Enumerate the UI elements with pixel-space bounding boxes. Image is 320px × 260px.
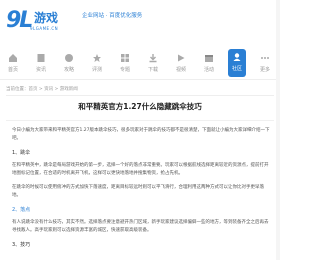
event-icon bbox=[205, 55, 213, 62]
header-slogan: 企业网站 · 百度优化服务 bbox=[82, 13, 143, 19]
logo-mark: 9L bbox=[6, 8, 33, 33]
community-icon bbox=[233, 53, 241, 61]
article-paragraph: 今日小编为大家带来和平精英官方1.27版本跳伞技巧，很多玩家对于跳伞的技巧都不是… bbox=[12, 128, 270, 141]
nav-item-video[interactable]: 视频 bbox=[172, 50, 190, 78]
review-icon bbox=[93, 54, 101, 62]
article-paragraph: 在和平精英中，跳伞是每局游戏开始的第一步，选择一个好的落点非常重要。玩家可以根据… bbox=[12, 163, 269, 176]
divider bbox=[6, 95, 274, 96]
main-nav: 首页 资讯 攻略 评测 专题 下载 视频 活动 社区 更多 bbox=[0, 46, 280, 80]
nav-item-download[interactable]: 下载 bbox=[144, 50, 162, 78]
nav-item-guide[interactable]: 攻略 bbox=[60, 50, 78, 78]
article-paragraph: 有人说跳伞没有什么技巧，其实不然。选择落点要注意避开热门区域，新手玩家建议选择偏… bbox=[12, 220, 269, 233]
nav-label: 首页 bbox=[7, 67, 18, 73]
article-subheading: 3、技巧 bbox=[12, 242, 31, 248]
breadcrumb[interactable]: 当前位置：首页 > 资讯 > 游戏新闻 bbox=[6, 87, 78, 93]
site-logo[interactable]: 9L 游戏 9LGAME.CN bbox=[6, 9, 78, 37]
nav-item-more[interactable]: 更多 bbox=[256, 50, 274, 78]
nav-label: 专题 bbox=[119, 67, 130, 73]
site-header: 9L 游戏 9LGAME.CN 企业网站 · 百度优化服务 bbox=[0, 0, 280, 46]
article-subheading: 2、落点 bbox=[12, 207, 31, 213]
nav-item-topic[interactable]: 专题 bbox=[116, 50, 134, 78]
article-title: 和平精英官方1.27什么隐藏跳伞技巧 bbox=[78, 102, 202, 111]
topic-icon bbox=[121, 54, 129, 62]
news-icon bbox=[37, 54, 45, 62]
nav-item-event[interactable]: 活动 bbox=[200, 50, 218, 78]
home-icon bbox=[9, 54, 17, 62]
nav-item-review[interactable]: 评测 bbox=[88, 50, 106, 78]
nav-label: 攻略 bbox=[63, 67, 74, 73]
guide-icon bbox=[65, 54, 73, 62]
nav-label: 下载 bbox=[147, 67, 158, 73]
divider bbox=[6, 120, 274, 121]
nav-item-news[interactable]: 资讯 bbox=[32, 50, 50, 78]
video-icon bbox=[178, 54, 185, 62]
nav-label: 评测 bbox=[91, 67, 102, 73]
article-body: 今日小编为大家带来和平精英官方1.27版本跳伞技巧，很多玩家对于跳伞的技巧都不是… bbox=[12, 127, 270, 254]
nav-label: 资讯 bbox=[35, 67, 46, 73]
nav-label: 视频 bbox=[175, 67, 186, 73]
article-paragraph: 在跳伞的时候可以使用俯冲的方式加快下落速度，距离目标较远时则可以平飞滑行，合理利… bbox=[12, 185, 264, 198]
nav-label: 社区 bbox=[231, 66, 242, 72]
logo-text: 游戏 bbox=[34, 11, 59, 25]
nav-item-home[interactable]: 首页 bbox=[4, 50, 22, 78]
download-icon bbox=[149, 54, 157, 63]
more-icon bbox=[261, 57, 269, 59]
nav-label: 活动 bbox=[203, 67, 214, 73]
scrollbar[interactable] bbox=[276, 0, 280, 260]
logo-subtext: 9LGAME.CN bbox=[30, 26, 59, 31]
nav-item-community[interactable]: 社区 bbox=[228, 49, 246, 77]
article-subheading: 1、跳伞 bbox=[12, 150, 31, 156]
